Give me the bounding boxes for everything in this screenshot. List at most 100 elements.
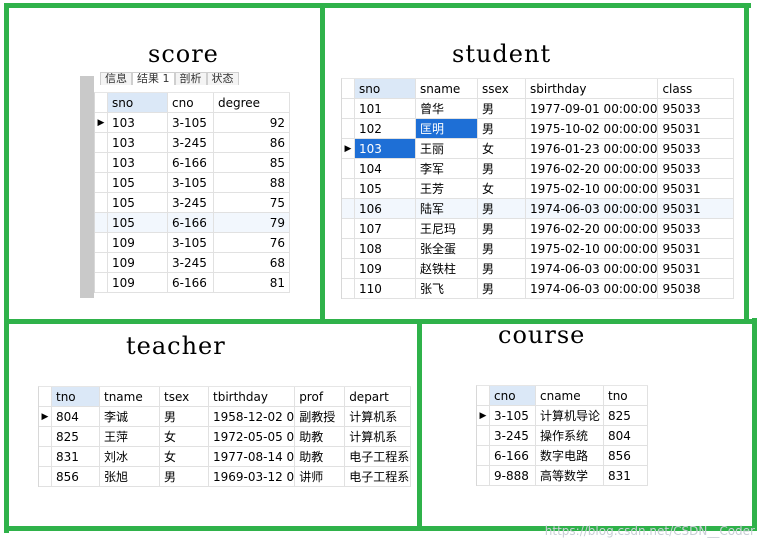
table-cell[interactable]: 1975-02-10 00:00:00 [525,238,659,259]
table-cell[interactable]: 109 [107,232,168,253]
table-cell[interactable]: 3-105 [167,232,214,253]
table-cell[interactable]: 95033 [657,98,735,119]
table-cell[interactable]: 95031 [657,238,735,259]
table-row[interactable]: 3-245 操作系统 804 [477,425,648,446]
table-cell[interactable]: 李军 [415,158,478,179]
column-header[interactable]: cno [167,93,214,113]
table-cell[interactable]: 103 [107,132,168,153]
table-cell[interactable]: 1975-10-02 00:00:00 [525,118,659,139]
table-cell[interactable]: 刘冰 [99,446,160,467]
table-row[interactable]: 109 3-105 76 [95,232,290,253]
table-cell[interactable]: 6-166 [167,152,214,173]
table-cell[interactable]: 95033 [657,138,735,159]
table-cell[interactable]: 95031 [657,198,735,219]
column-header[interactable]: sno [354,79,416,99]
table-cell[interactable]: 张旭 [99,466,160,487]
column-header[interactable]: tno [603,386,648,406]
table-cell[interactable]: 1958-12-02 0 [208,406,296,427]
table-row[interactable]: 109 3-245 68 [95,252,290,273]
table-cell[interactable]: 856 [51,466,100,487]
table-cell[interactable]: 3-105 [489,405,536,426]
table-cell[interactable]: 男 [477,278,526,299]
table-row[interactable]: ▶ 804 李诚男 1958-12-02 0 副教授 计算机系 [39,406,412,427]
table-cell[interactable]: 张全蛋 [415,238,478,259]
table-cell[interactable]: 计算机导论 [535,405,604,426]
table-cell[interactable]: 1976-02-20 00:00:00 [525,158,659,179]
table-cell[interactable]: 108 [354,238,416,259]
table-cell[interactable]: 3-105 [167,112,214,133]
table-row[interactable]: 9-888 高等数学 831 [477,465,648,486]
table-cell[interactable]: 1974-06-03 00:00:00 [525,198,659,219]
table-cell[interactable]: 107 [354,218,416,239]
table-cell[interactable]: 3-245 [167,252,214,273]
selected-cell[interactable]: 103 [354,138,416,159]
table-cell[interactable]: 助教 [294,426,346,447]
column-header[interactable]: depart [344,387,412,407]
table-row[interactable]: 831 刘冰女 1977-08-14 0 助教 电子工程系 [39,446,412,467]
table-cell[interactable]: 85 [213,152,290,173]
table-cell[interactable]: 男 [477,238,526,259]
table-cell[interactable]: 女 [159,446,209,467]
table-cell[interactable]: 男 [477,258,526,279]
table-cell[interactable]: 79 [213,212,290,233]
table-cell[interactable]: 81 [213,272,290,293]
column-header[interactable]: tno [51,387,100,407]
table-cell[interactable]: 副教授 [294,406,346,427]
table-cell[interactable]: 女 [477,178,526,199]
table-cell[interactable]: 76 [213,232,290,253]
table-cell[interactable]: 讲师 [294,466,346,487]
table-cell[interactable]: 1974-06-03 00:00:00 [525,258,659,279]
table-cell[interactable]: 831 [603,465,648,486]
table-cell[interactable]: 操作系统 [535,425,604,446]
table-cell[interactable]: 王萍 [99,426,160,447]
table-cell[interactable]: 105 [107,212,168,233]
table-cell[interactable]: 曾华 [415,98,478,119]
table-cell[interactable]: 88 [213,172,290,193]
table-cell[interactable]: 女 [477,138,526,159]
column-header[interactable]: degree [213,93,290,113]
column-header[interactable]: class [657,79,735,99]
table-cell[interactable]: 109 [107,252,168,273]
table-cell[interactable]: 109 [354,258,416,279]
table-cell[interactable]: 825 [51,426,100,447]
tab-result-1[interactable]: 结果 1 [132,72,175,85]
tab-info[interactable]: 信息 [100,72,132,85]
column-header[interactable]: tbirthday [208,387,296,407]
table-cell[interactable]: 101 [354,98,416,119]
table-cell[interactable]: 856 [603,445,648,466]
table-row[interactable]: ▶ 3-105 计算机导论 825 [477,405,648,426]
table-cell[interactable]: 95031 [657,118,735,139]
table-cell[interactable]: 计算机系 [344,426,412,447]
table-cell[interactable]: 102 [354,118,416,139]
column-header[interactable]: ssex [477,79,526,99]
table-cell[interactable]: 103 [107,112,168,133]
table-cell[interactable]: 陆军 [415,198,478,219]
table-cell[interactable]: 1975-02-10 00:00:00 [525,178,659,199]
table-cell[interactable]: 张飞 [415,278,478,299]
column-header[interactable]: sno [107,93,168,113]
table-row[interactable]: 109 6-166 81 [95,272,290,293]
table-cell[interactable]: 赵铁柱 [415,258,478,279]
table-cell[interactable]: 数字电路 [535,445,604,466]
table-cell[interactable]: 106 [354,198,416,219]
table-cell[interactable]: 男 [159,406,209,427]
table-cell[interactable]: 75 [213,192,290,213]
table-cell[interactable]: 105 [107,192,168,213]
table-row[interactable]: 102 匡明男 1975-10-02 00:00:00 95031 [342,118,735,139]
table-row[interactable]: 108 张全蛋男 1975-02-10 00:00:00 95031 [342,238,735,259]
tab-status[interactable]: 状态 [206,72,239,85]
table-cell[interactable]: 6-166 [489,445,536,466]
column-header[interactable]: cno [489,386,536,406]
table-cell[interactable]: 804 [603,425,648,446]
score-scrollbar[interactable] [80,76,94,298]
table-cell[interactable]: 6-166 [167,272,214,293]
table-row[interactable]: 103 6-166 85 [95,152,290,173]
table-cell[interactable]: 1976-01-23 00:00:00 [525,138,659,159]
table-cell[interactable]: 95031 [657,258,735,279]
table-cell[interactable]: 86 [213,132,290,153]
table-cell[interactable]: 1977-09-01 00:00:00 [525,98,659,119]
table-cell[interactable]: 男 [477,118,526,139]
column-header[interactable]: prof [294,387,346,407]
table-cell[interactable]: 831 [51,446,100,467]
table-cell[interactable]: 95033 [657,158,735,179]
